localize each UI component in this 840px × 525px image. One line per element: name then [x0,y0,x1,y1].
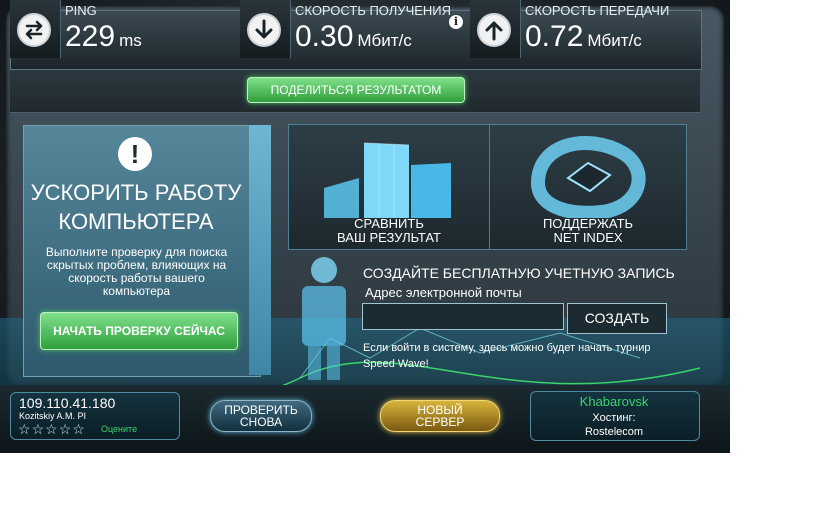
upload-arrow-icon [477,13,511,47]
star-icon[interactable]: ☆ [72,422,85,436]
share-results-button[interactable]: ПОДЕЛИТЬСЯ РЕЗУЛЬТАТОМ [247,77,465,103]
compare-results-tile[interactable]: СРАВНИТЬ ВАШ РЕЗУЛЬТАТ [289,125,489,249]
download-value: 0.30 Мбит/с [295,20,412,53]
net-index-tile[interactable]: ПОДДЕРЖАТЬ NET INDEX [490,125,686,249]
hosting-info: Хостинг: Rostelecom [584,412,644,438]
new-server-button[interactable]: НОВЫЙ СЕРВЕР [380,400,500,432]
star-icon[interactable]: ☆ [18,422,31,436]
upload-value: 0.72 Мбит/с [525,20,642,53]
email-field[interactable] [362,303,564,330]
start-scan-button[interactable]: НАЧАТЬ ПРОВЕРКУ СЕЙЧАС [40,312,238,350]
promo-description: Выполните проверку для поиска скрытых пр… [45,245,228,298]
bar-chart-icon [324,142,451,218]
upload-label: СКОРОСТЬ ПЕРЕДАЧИ [525,3,670,18]
upload-icon-box [470,0,521,58]
arrows-exchange-icon [17,13,51,47]
create-account-button[interactable]: СОЗДАТЬ [567,303,667,334]
promo-title: УСКОРИТЬ РАБОТУ КОМПЬЮТЕРА [30,180,242,234]
download-metric: СКОРОСТЬ ПОЛУЧЕНИЯ 0.30 Мбит/с [240,0,468,58]
speedtest-app: PING 229 ms СКОРОСТЬ ПОЛУЧЕНИЯ 0.30 Мбит/с… [0,0,730,453]
action-tiles: СРАВНИТЬ ВАШ РЕЗУЛЬТАТ ПОДДЕРЖАТЬ NET INDE… [288,124,687,250]
star-icon[interactable]: ☆ [59,422,72,436]
compare-caption: СРАВНИТЬ ВАШ РЕЗУЛЬТАТ [337,216,441,245]
net-index-caption: ПОДДЕРЖАТЬ NET INDEX [542,216,634,245]
upload-metric: СКОРОСТЬ ПЕРЕДАЧИ 0.72 Мбит/с [470,0,700,58]
net-index-icon [530,136,646,218]
signup-note: Если войти в систему, здесь можно будет … [363,342,651,370]
ip-address: 109.110.41.180 [19,395,116,411]
download-icon-box [240,0,291,58]
exclamation-icon: ! [118,137,152,171]
isp-name: Kozitskiy A.M. PI [19,411,87,421]
star-icon[interactable]: ☆ [32,422,45,436]
ping-metric: PING 229 ms [10,0,238,58]
promo-side-strip [249,125,271,375]
retest-button[interactable]: ПРОВЕРИТЬ СНОВА [210,400,312,432]
info-icon[interactable]: i [449,15,463,29]
rating-stars[interactable]: ☆☆☆☆☆ [18,421,86,439]
download-arrow-icon [247,13,281,47]
ping-label: PING [65,3,97,18]
signup-title: СОЗДАЙТЕ БЕСПЛАТНУЮ УЧЕТНУЮ ЗАПИСЬ [363,265,675,281]
ping-value: 229 ms [65,20,142,53]
star-icon[interactable]: ☆ [45,422,58,436]
download-label: СКОРОСТЬ ПОЛУЧЕНИЯ [295,3,452,18]
email-label: Адрес электронной почты [365,285,522,300]
rate-label[interactable]: Оцените [101,424,137,434]
ping-icon-box [10,0,61,58]
server-city: Khabarovsk [579,394,649,409]
